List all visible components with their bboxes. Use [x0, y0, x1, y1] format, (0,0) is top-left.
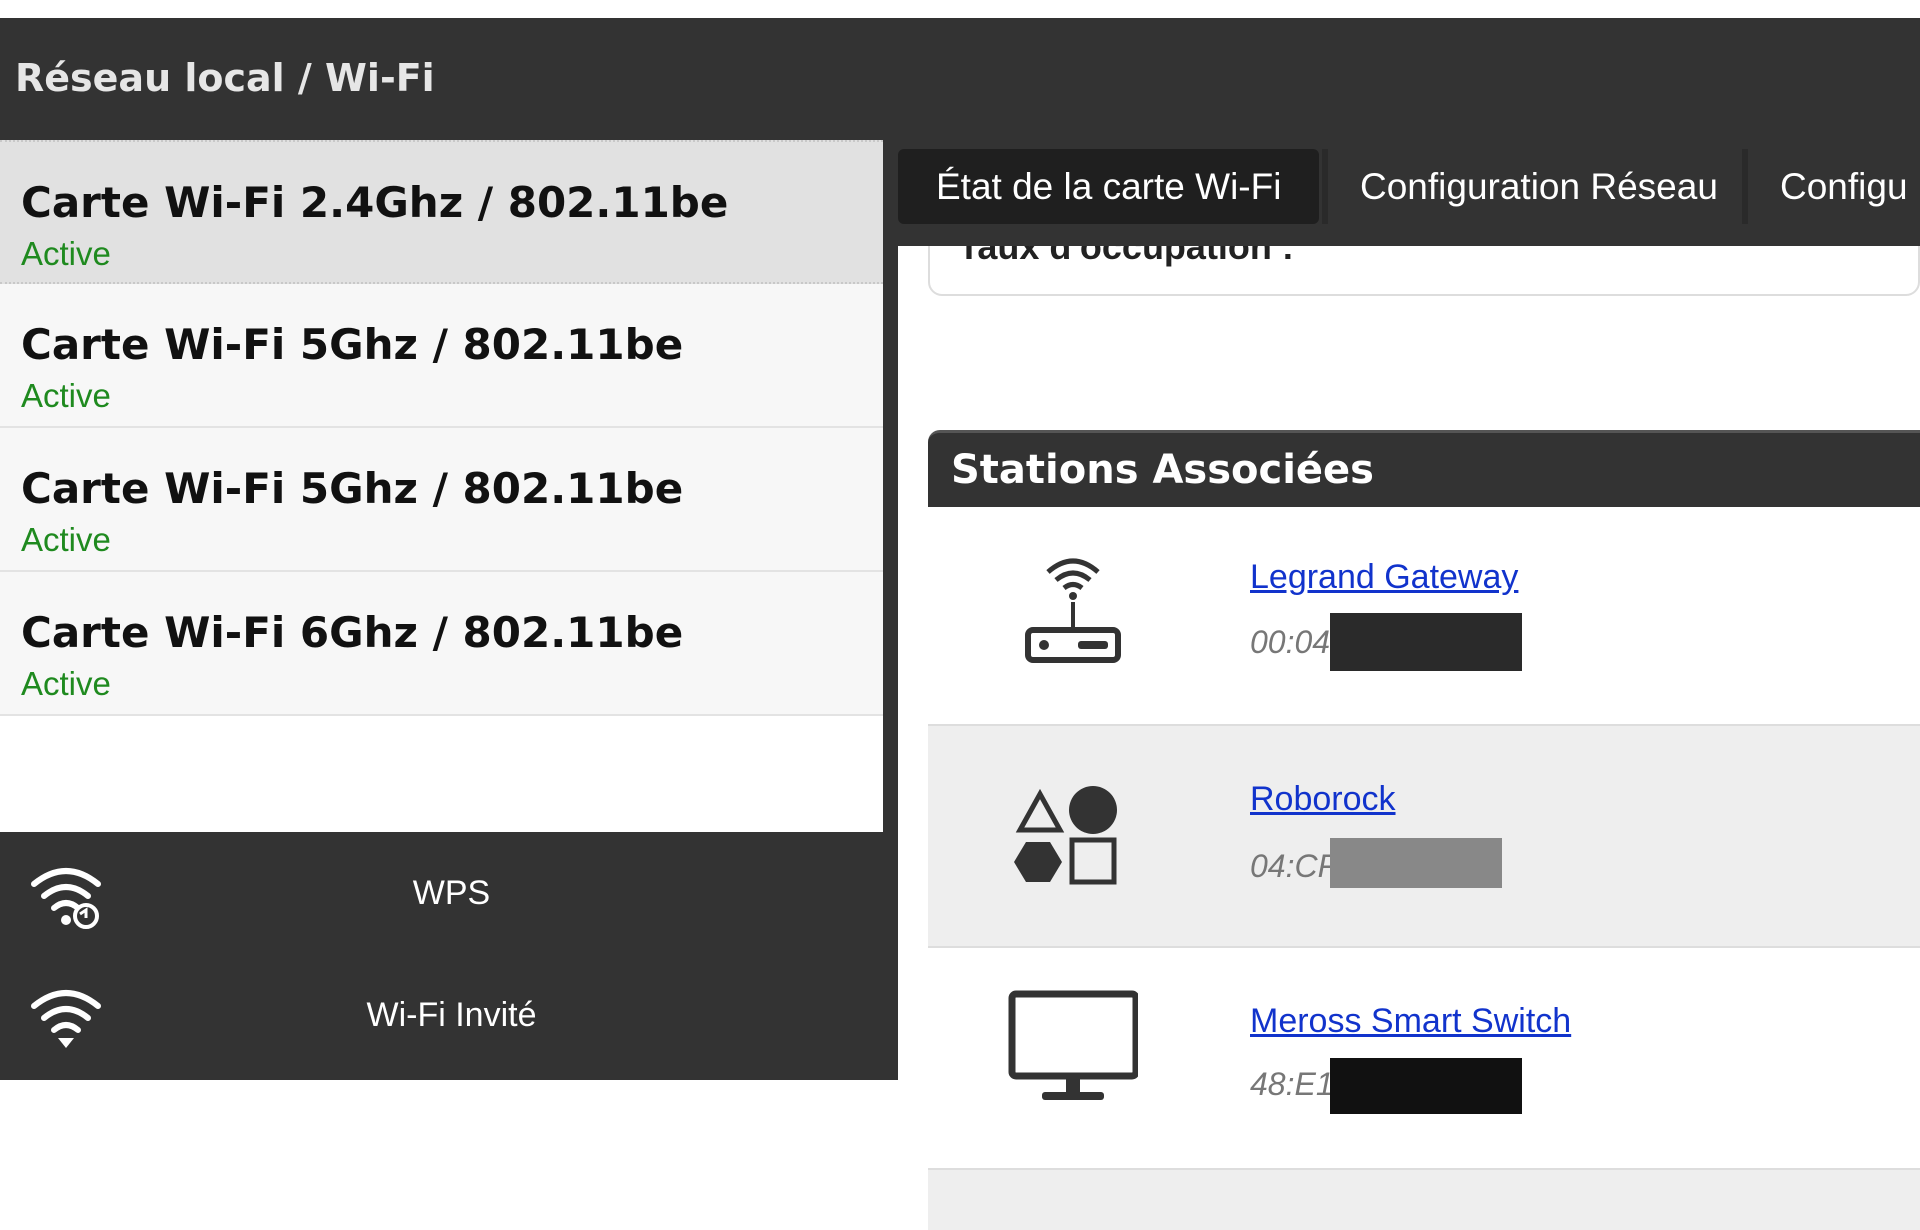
menu-item-wps[interactable]: WPS	[0, 838, 883, 958]
wifi-card-5ghz-1[interactable]: Carte Wi-Fi 5Ghz / 802.11be Active	[0, 284, 883, 428]
menu-item-label: Wi-Fi Invité	[366, 996, 537, 1034]
shapes-icon	[1014, 786, 1117, 885]
wifi-card-title: Carte Wi-Fi 2.4Ghz / 802.11be	[21, 178, 729, 227]
station-mac: 48:E1	[1250, 1066, 1334, 1102]
redaction-block	[1330, 838, 1502, 888]
wifi-detail-panel: État de la carte Wi-Fi Configuration Rés…	[883, 140, 1920, 1230]
tab-configuration[interactable]: Configu	[1742, 149, 1920, 224]
tab-wifi-card-state[interactable]: État de la carte Wi-Fi	[898, 149, 1320, 224]
wifi-card-status: Active	[21, 377, 111, 414]
station-name-link[interactable]: Roborock	[1250, 780, 1396, 819]
tab-bar: État de la carte Wi-Fi Configuration Rés…	[898, 140, 1920, 246]
stations-title: Stations Associées	[951, 447, 1374, 493]
stations-section: Stations Associées Legrand Gateway 00:04	[928, 430, 1920, 1230]
wifi-card-list: Carte Wi-Fi 2.4Ghz / 802.11be Active Car…	[0, 140, 883, 832]
station-row: Roborock 04:CF	[928, 726, 1920, 948]
redaction-block	[1330, 1058, 1522, 1114]
station-row: Meross Smart Switch 48:E1	[928, 948, 1920, 1170]
router-icon	[1025, 558, 1121, 663]
tab-network-configuration[interactable]: Configuration Réseau	[1322, 149, 1756, 224]
stations-header: Stations Associées	[928, 430, 1920, 507]
wifi-card-title: Carte Wi-Fi 5Ghz / 802.11be	[21, 320, 684, 369]
page-header: Réseau local / Wi-Fi	[0, 18, 1920, 140]
station-row-partial	[928, 1170, 1920, 1230]
wifi-cards-panel: Carte Wi-Fi 2.4Ghz / 802.11be Active Car…	[0, 140, 883, 1080]
page-title: Réseau local / Wi-Fi	[15, 56, 435, 100]
wifi-card-status: Active	[21, 521, 111, 558]
menu-item-label: WPS	[412, 874, 491, 912]
occupancy-label: Taux d'occupation :	[958, 246, 1294, 267]
wifi-card-5ghz-2[interactable]: Carte Wi-Fi 5Ghz / 802.11be Active	[0, 428, 883, 572]
wifi-card-title: Carte Wi-Fi 5Ghz / 802.11be	[21, 464, 684, 513]
redaction-block	[1330, 613, 1522, 671]
top-strip	[0, 0, 1920, 18]
station-name-link[interactable]: Meross Smart Switch	[1250, 1002, 1571, 1041]
monitor-icon	[1008, 990, 1138, 1100]
wifi-card-status: Active	[21, 235, 111, 272]
station-mac: 00:04	[1250, 624, 1331, 660]
wifi-card-status: Active	[21, 665, 111, 702]
menu-item-wifi-guest[interactable]: Wi-Fi Invité	[0, 960, 883, 1080]
panel-gutter	[883, 140, 898, 1080]
wifi-card-2-4ghz[interactable]: Carte Wi-Fi 2.4Ghz / 802.11be Active	[0, 140, 883, 284]
wifi-card-6ghz[interactable]: Carte Wi-Fi 6Ghz / 802.11be Active	[0, 572, 883, 716]
wifi-card-title: Carte Wi-Fi 6Ghz / 802.11be	[21, 608, 684, 657]
station-name-link[interactable]: Legrand Gateway	[1250, 558, 1518, 597]
station-row: Legrand Gateway 00:04	[928, 504, 1920, 726]
occupancy-section: Taux d'occupation :	[928, 246, 1920, 396]
station-mac: 04:CF	[1250, 848, 1338, 884]
